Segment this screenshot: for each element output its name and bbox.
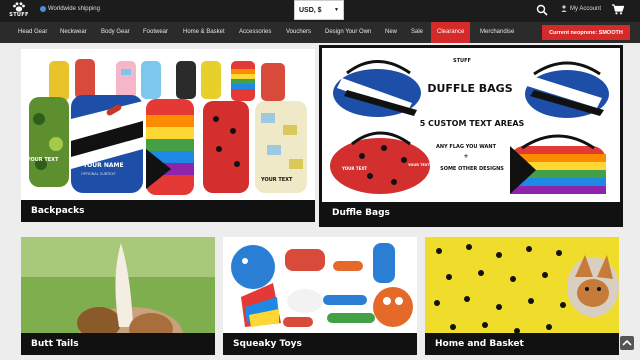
account-label: My Account bbox=[570, 5, 602, 12]
currency-value: USD, $ bbox=[299, 6, 322, 14]
svg-text:OPTIONAL SUBTEXT: OPTIONAL SUBTEXT bbox=[81, 172, 117, 176]
shipping-info: Worldwide shipping bbox=[40, 6, 100, 12]
svg-text:ANY FLAG YOU WANT: ANY FLAG YOU WANT bbox=[436, 144, 497, 150]
category-label-duffle-bags: Duffle Bags bbox=[322, 202, 620, 224]
category-label-butt-tails: Butt Tails bbox=[21, 333, 215, 355]
nav-clearance[interactable]: Clearance bbox=[431, 22, 471, 43]
store-logo[interactable]: STUFF bbox=[8, 2, 30, 20]
nav-body-gear[interactable]: Body Gear bbox=[101, 22, 130, 43]
svg-text:YOUR NAME: YOUR NAME bbox=[82, 162, 124, 169]
nav-neckwear[interactable]: Neckwear bbox=[60, 22, 87, 43]
nav-sale[interactable]: Sale bbox=[411, 22, 423, 43]
nav-new[interactable]: New bbox=[385, 22, 397, 43]
scroll-to-top-button[interactable] bbox=[620, 336, 634, 350]
top-bar: STUFF Worldwide shipping USD, $ ▼ My Acc… bbox=[0, 0, 640, 22]
category-label-squeaky-toys: Squeaky Toys bbox=[223, 333, 417, 355]
user-icon bbox=[561, 5, 567, 12]
paw-icon bbox=[13, 2, 25, 12]
caret-down-icon: ▼ bbox=[334, 7, 339, 13]
nav-merchandise[interactable]: Merchandise bbox=[480, 22, 514, 43]
nav-vouchers[interactable]: Vouchers bbox=[286, 22, 311, 43]
svg-text:+: + bbox=[463, 153, 468, 160]
svg-text:YOUR TEXT: YOUR TEXT bbox=[26, 157, 59, 163]
svg-text:YOUR TEXT HERE: YOUR TEXT HERE bbox=[407, 163, 442, 167]
category-tile-squeaky-toys[interactable]: Squeaky Toys bbox=[223, 237, 417, 355]
nav-footwear[interactable]: Footwear bbox=[143, 22, 168, 43]
category-tile-butt-tails[interactable]: Butt Tails bbox=[21, 237, 215, 355]
main-nav: Head Gear Neckwear Body Gear Footwear Ho… bbox=[0, 22, 640, 43]
cart-icon[interactable] bbox=[612, 4, 624, 15]
account-link[interactable]: My Account bbox=[561, 5, 601, 12]
category-tile-backpacks[interactable]: YOUR NAME OPTIONAL SUBTEXT YOUR TEXT YOU… bbox=[21, 49, 315, 222]
logo-text: STUFF bbox=[9, 12, 29, 18]
shipping-text: Worldwide shipping bbox=[48, 6, 100, 12]
category-label-home-and-basket: Home and Basket bbox=[425, 333, 619, 355]
duffle-bags-image: STUFF DUFFLE BAGS 5 CUSTOM TEXT AREAS AN… bbox=[322, 48, 620, 224]
nav-accessories[interactable]: Accessories bbox=[239, 22, 271, 43]
chevron-up-icon bbox=[622, 339, 632, 346]
svg-text:YOUR TEXT: YOUR TEXT bbox=[341, 166, 367, 171]
category-tile-home-and-basket[interactable]: Home and Basket bbox=[425, 237, 619, 355]
nav-head-gear[interactable]: Head Gear bbox=[18, 22, 47, 43]
svg-text:5 CUSTOM TEXT AREAS: 5 CUSTOM TEXT AREAS bbox=[420, 119, 525, 128]
backpacks-image: YOUR NAME OPTIONAL SUBTEXT YOUR TEXT YOU… bbox=[21, 49, 315, 222]
svg-text:YOUR TEXT: YOUR TEXT bbox=[260, 177, 293, 183]
search-icon[interactable] bbox=[536, 4, 548, 16]
neoprene-badge[interactable]: Current neoprene: SMOOTH bbox=[542, 25, 630, 40]
svg-text:DUFFLE BAGS: DUFFLE BAGS bbox=[427, 82, 512, 95]
globe-icon bbox=[40, 6, 46, 12]
category-tile-duffle-bags[interactable]: STUFF DUFFLE BAGS 5 CUSTOM TEXT AREAS AN… bbox=[319, 45, 623, 227]
nav-design-your-own[interactable]: Design Your Own bbox=[325, 22, 371, 43]
currency-select[interactable]: USD, $ ▼ bbox=[294, 0, 344, 20]
category-label-backpacks: Backpacks bbox=[21, 200, 315, 222]
svg-text:SOME OTHER DESIGNS: SOME OTHER DESIGNS bbox=[440, 166, 504, 172]
svg-text:STUFF: STUFF bbox=[453, 58, 471, 64]
nav-home-basket[interactable]: Home & Basket bbox=[183, 22, 225, 43]
